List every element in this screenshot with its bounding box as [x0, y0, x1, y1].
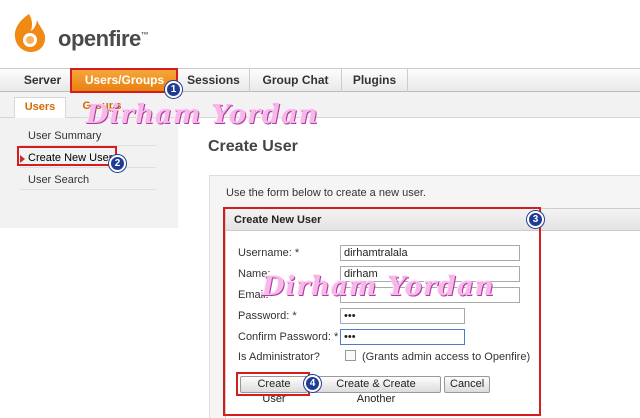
tab-sessions[interactable]: Sessions — [178, 69, 250, 92]
app-header: openfire™ — [0, 0, 640, 68]
highlight-users-groups — [70, 68, 178, 93]
step-badge-3: 3 — [527, 211, 544, 228]
step-badge-4: 4 — [304, 375, 321, 392]
tab-group-chat[interactable]: Group Chat — [250, 69, 342, 92]
sidebar: User Summary Create New User User Search — [0, 118, 178, 228]
tab-plugins[interactable]: Plugins — [342, 69, 408, 92]
step-badge-1: 1 — [165, 81, 182, 98]
highlight-create-new-user — [17, 146, 117, 166]
watermark-top: Dirham Yordan — [86, 100, 319, 130]
watermark-bottom: Dirham Yordan — [262, 272, 495, 302]
step-badge-2: 2 — [109, 155, 126, 172]
subtab-users[interactable]: Users — [14, 97, 66, 118]
openfire-flame-logo-icon — [14, 14, 46, 52]
sidebar-item-user-search[interactable]: User Search — [20, 170, 156, 190]
page-title: Create User — [208, 138, 298, 155]
brand-name: openfire™ — [58, 26, 149, 51]
tab-server[interactable]: Server — [14, 69, 72, 92]
highlight-create-button — [236, 372, 310, 396]
intro-text: Use the form below to create a new user. — [226, 187, 426, 199]
